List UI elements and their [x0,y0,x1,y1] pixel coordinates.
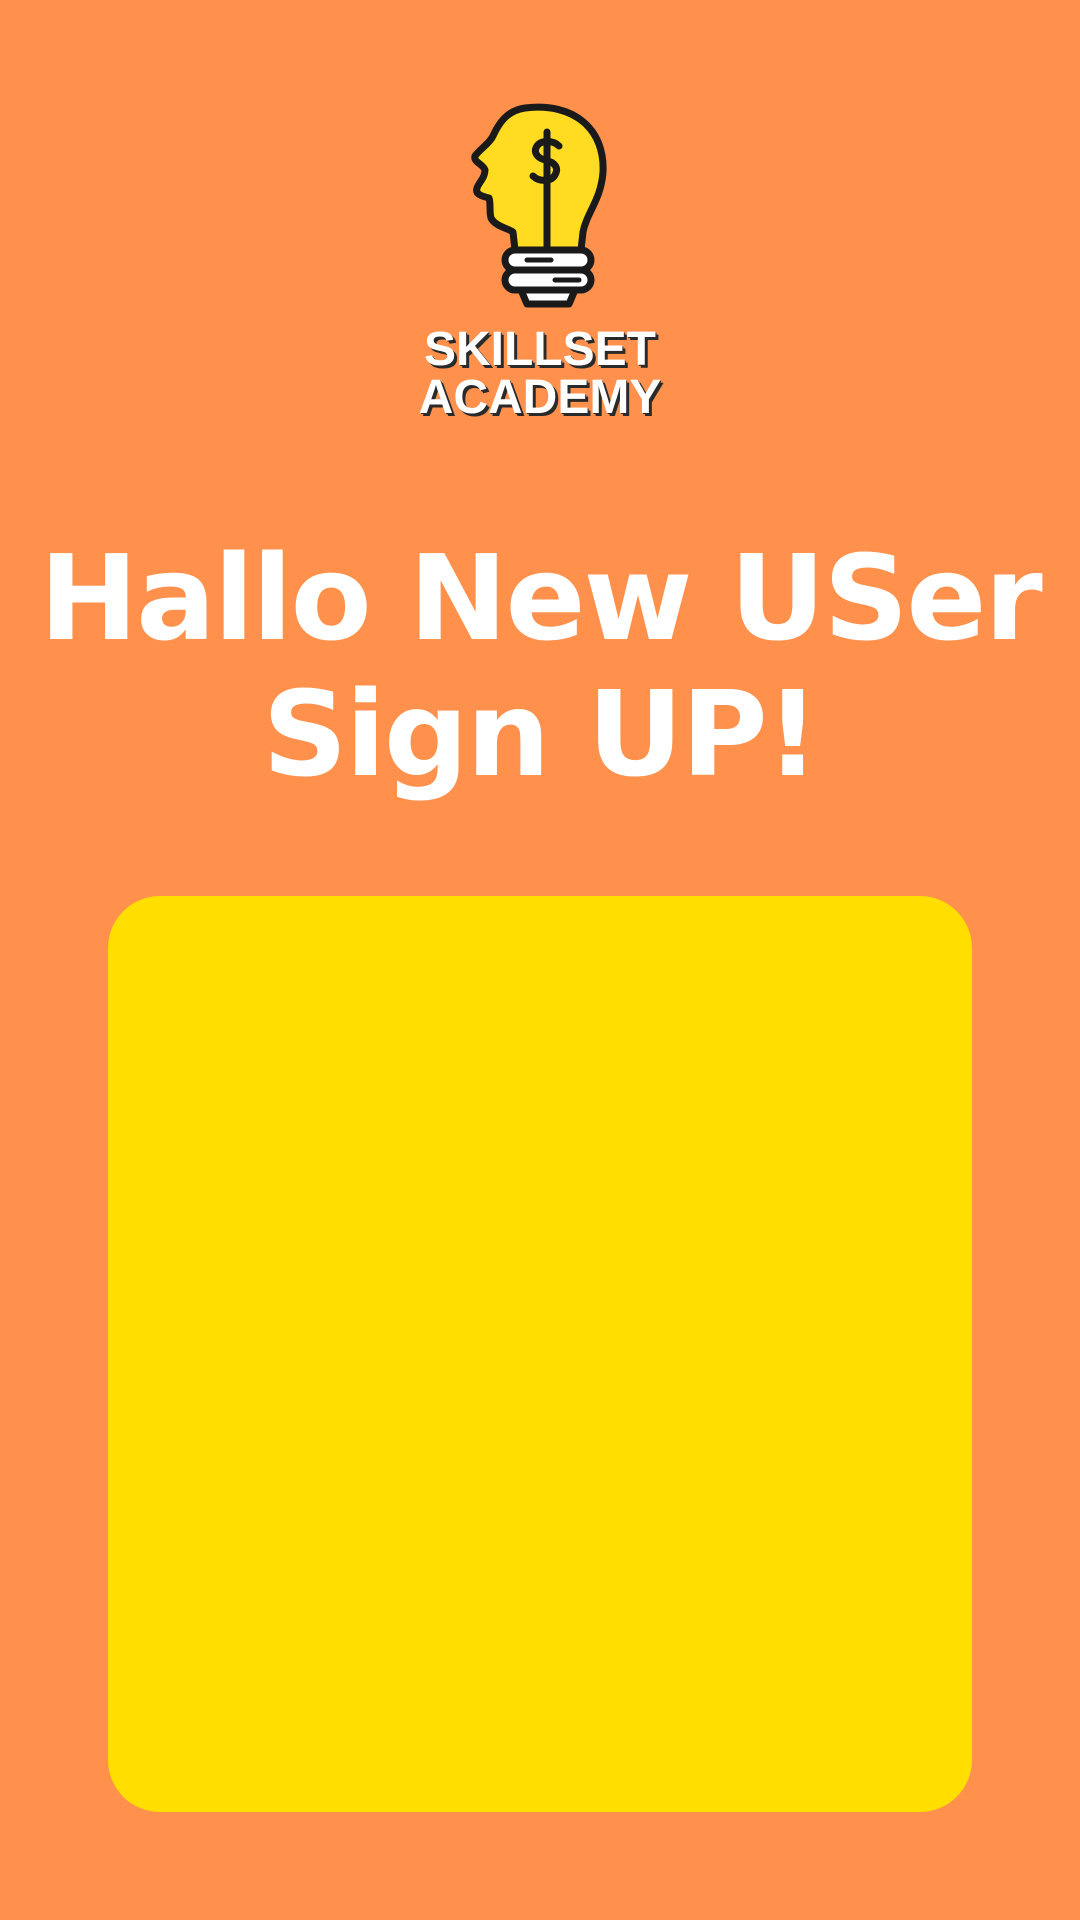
page-title-line2: Sign UP! [262,665,819,803]
brand-logo: SKILLSET ACADEMY [0,100,1080,422]
brand-name: SKILLSET ACADEMY [0,326,1080,422]
page-title-line1: Hallo New USer [39,529,1042,667]
brand-name-line2: ACADEMY [418,371,662,424]
brand-name-line1: SKILLSET [423,323,656,376]
lightbulb-head-dollar-icon [471,103,607,308]
signup-screen: SKILLSET ACADEMY Hallo New USer Sign UP! [0,0,1080,1920]
signup-form-panel [108,896,972,1812]
page-title: Hallo New USer Sign UP! [0,530,1080,802]
